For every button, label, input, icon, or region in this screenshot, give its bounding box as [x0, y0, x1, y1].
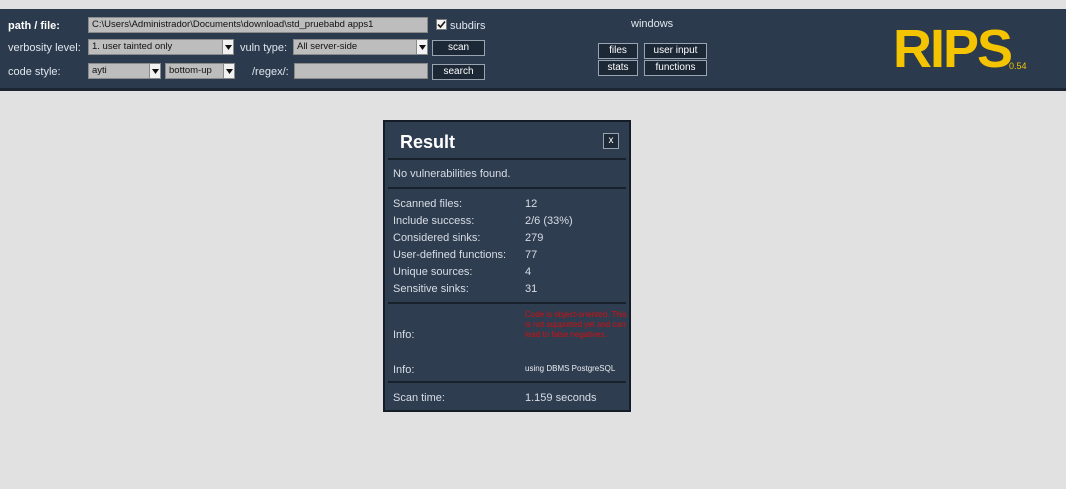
stat-value: 12 [525, 198, 538, 210]
chevron-down-icon [416, 40, 427, 54]
user-input-button[interactable]: user input [644, 43, 707, 59]
rips-logo-text: RIPS [893, 21, 1011, 73]
info-dbms-text: using DBMS PostgreSQL [525, 364, 616, 373]
code-style-label: code style: [8, 66, 61, 78]
stat-label: Scanned files: [393, 198, 463, 210]
path-input[interactable]: C:\Users\Administrador\Documents\downloa… [88, 17, 428, 33]
stat-label: Considered sinks: [393, 232, 481, 244]
vuln-type-label: vuln type: [240, 42, 288, 54]
check-icon [437, 20, 446, 29]
result-dialog: Result x No vulnerabilities found. Scann… [383, 120, 631, 412]
divider [388, 302, 626, 304]
scan-button[interactable]: scan [432, 40, 485, 56]
divider [388, 158, 626, 160]
windows-label: windows [631, 18, 674, 30]
order-select-value: bottom-up [169, 65, 212, 76]
stat-value: 31 [525, 283, 538, 295]
close-button[interactable]: x [603, 133, 619, 149]
result-title: Result [400, 132, 456, 152]
subdirs-checkbox[interactable] [436, 19, 447, 30]
verbosity-select[interactable]: 1. user tainted only [88, 39, 234, 55]
regex-label: /regex/: [252, 66, 289, 78]
subdirs-label: subdirs [450, 20, 486, 32]
vuln-type-select[interactable]: All server-side [293, 39, 428, 55]
divider [388, 187, 626, 189]
scan-time-label: Scan time: [393, 392, 445, 404]
files-button[interactable]: files [598, 43, 638, 59]
code-style-select-value: ayti [92, 65, 107, 76]
vuln-type-select-value: All server-side [297, 41, 358, 52]
regex-input[interactable] [294, 63, 428, 79]
version-label: 0.54 [1009, 61, 1027, 71]
stat-label: User-defined functions: [393, 249, 507, 261]
path-label: path / file: [8, 20, 60, 32]
toolbar: path / file: C:\Users\Administrador\Docu… [0, 9, 1066, 91]
stat-label: Sensitive sinks: [393, 283, 469, 295]
order-select[interactable]: bottom-up [165, 63, 235, 79]
divider [388, 381, 626, 383]
chevron-down-icon [223, 64, 234, 78]
stat-value: 2/6 (33%) [525, 215, 573, 227]
search-button[interactable]: search [432, 64, 485, 80]
code-style-select[interactable]: ayti [88, 63, 161, 79]
stat-value: 77 [525, 249, 538, 261]
scan-time-value: 1.159 seconds [525, 392, 597, 404]
summary-text: No vulnerabilities found. [393, 168, 511, 180]
info-label: Info: [393, 364, 415, 376]
info-warning-text: Code is object-oriented. This is not sup… [525, 310, 627, 339]
verbosity-select-value: 1. user tainted only [92, 41, 173, 52]
stats-button[interactable]: stats [598, 60, 638, 76]
stat-value: 279 [525, 232, 544, 244]
chevron-down-icon [149, 64, 160, 78]
verbosity-label: verbosity level: [8, 42, 81, 54]
functions-button[interactable]: functions [644, 60, 707, 76]
stat-label: Include success: [393, 215, 475, 227]
chevron-down-icon [222, 40, 233, 54]
stat-value: 4 [525, 266, 532, 278]
info-label: Info: [393, 329, 415, 341]
stat-label: Unique sources: [393, 266, 473, 278]
